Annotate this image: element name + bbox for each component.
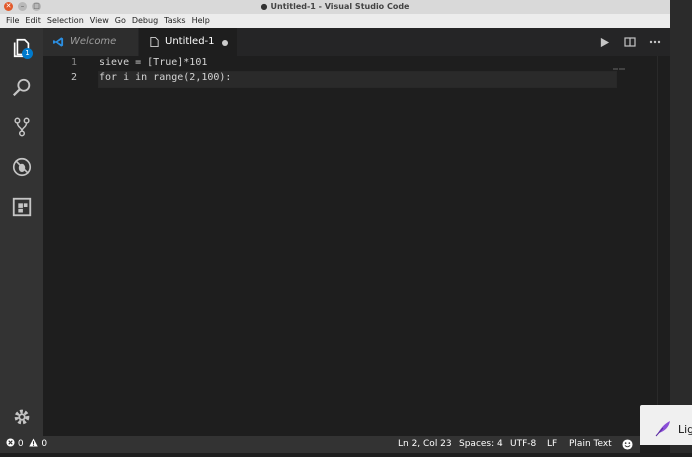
menu-help[interactable]: Help (192, 16, 210, 25)
file-icon (150, 36, 159, 48)
problems-indicator[interactable]: 0 0 (6, 436, 47, 453)
line-number: 2 (70, 72, 77, 83)
search-icon[interactable] (10, 76, 34, 100)
warning-icon (29, 438, 39, 447)
menu-selection[interactable]: Selection (47, 16, 84, 25)
window-title: ● Untitled-1 - Visual Studio Code (260, 2, 410, 11)
menu-tasks[interactable]: Tasks (164, 16, 185, 25)
more-actions-icon[interactable] (648, 35, 662, 49)
status-bar: 0 0 Ln 2, Col 23 Spaces: 4 UTF-8 LF Plai… (0, 436, 640, 453)
encoding[interactable]: UTF-8 (510, 436, 536, 453)
menu-go[interactable]: Go (115, 16, 126, 25)
editor-tab-bar: Welcome Untitled-1 (43, 28, 670, 56)
modified-dot-icon: ● (260, 2, 268, 11)
code-editor[interactable]: 1 sieve = [True]*101 2 for i in range(2,… (43, 56, 671, 436)
window-title-bar: ✕ – □ ● Untitled-1 - Visual Studio Code (0, 0, 670, 15)
menu-bar: File Edit Selection View Go Debug Tasks Help (0, 14, 670, 28)
line-number: 1 (70, 57, 77, 68)
extensions-icon[interactable] (10, 195, 34, 219)
menu-file[interactable]: File (6, 16, 19, 25)
feather-icon (655, 421, 670, 437)
tab-untitled-label: Untitled-1 (165, 36, 215, 47)
error-count: 0 (17, 439, 24, 449)
code-line[interactable]: for i in range(2,100): (99, 72, 231, 83)
menu-debug[interactable]: Debug (132, 16, 158, 25)
code-line[interactable]: sieve = [True]*101 (99, 57, 207, 68)
tab-welcome-label: Welcome (70, 36, 117, 47)
gear-icon[interactable] (10, 405, 34, 429)
debug-icon[interactable] (10, 155, 34, 179)
vscode-logo-icon (53, 37, 64, 47)
activity-bar: 1 (0, 28, 43, 436)
source-control-icon[interactable] (10, 115, 34, 139)
notification-label: Lig (678, 423, 692, 436)
feedback-smiley-icon[interactable] (622, 439, 633, 457)
desktop-background (670, 0, 692, 453)
end-of-line[interactable]: LF (547, 436, 557, 453)
tab-welcome[interactable]: Welcome (43, 28, 138, 56)
unsaved-dot-icon[interactable] (222, 40, 228, 46)
indentation[interactable]: Spaces: 4 (459, 436, 503, 453)
warning-count: 0 (41, 439, 48, 449)
vertical-scrollbar[interactable] (657, 56, 671, 436)
error-icon (6, 438, 15, 447)
menu-view[interactable]: View (90, 16, 109, 25)
run-icon[interactable] (597, 35, 611, 49)
tab-untitled-1[interactable]: Untitled-1 (139, 28, 237, 56)
cursor-position[interactable]: Ln 2, Col 23 (398, 436, 452, 453)
menu-edit[interactable]: Edit (25, 16, 41, 25)
language-mode[interactable]: Plain Text (569, 436, 612, 453)
split-editor-icon[interactable] (623, 35, 637, 49)
explorer-badge: 1 (22, 48, 33, 59)
minimap[interactable] (613, 56, 627, 70)
notification-popup[interactable]: Lig (640, 405, 692, 445)
